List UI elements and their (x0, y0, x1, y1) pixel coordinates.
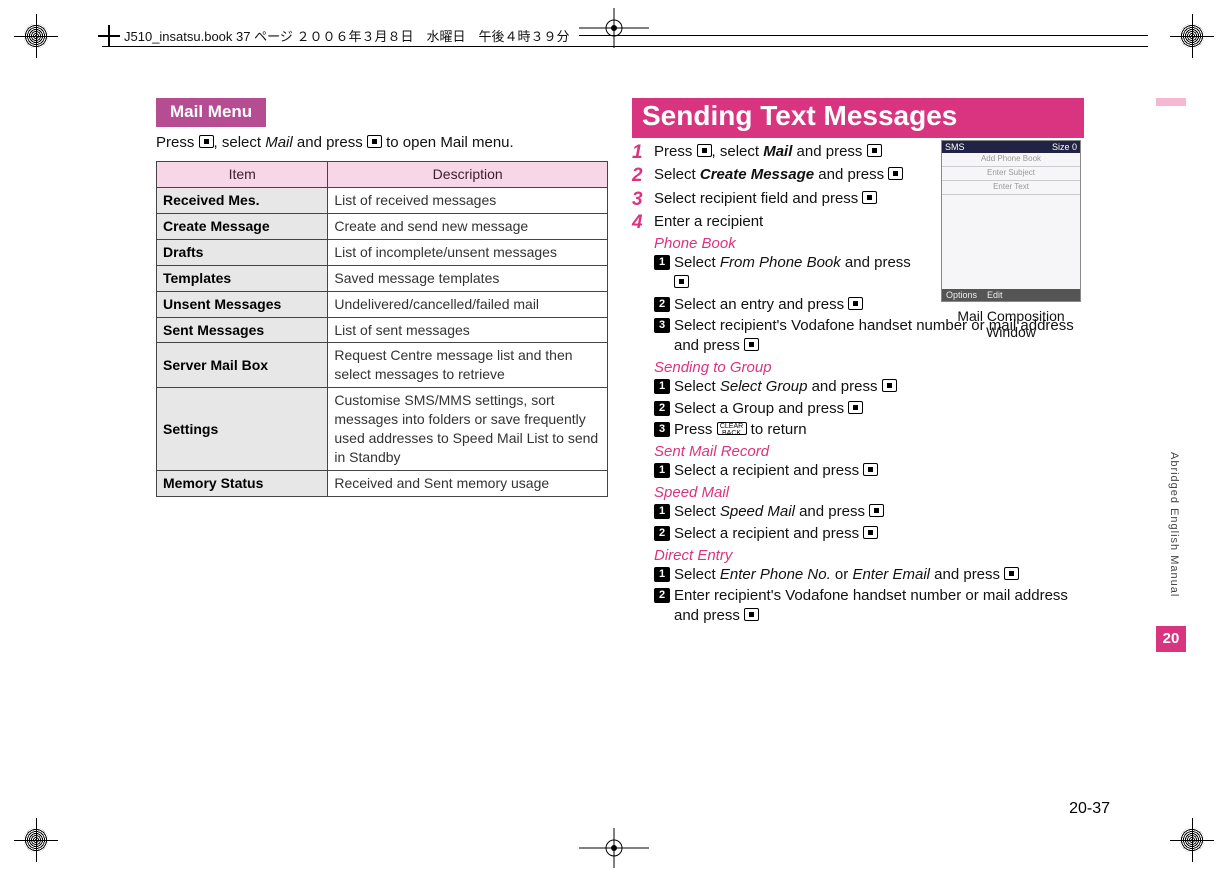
mail-menu-intro: Press , select Mail and press to open Ma… (156, 133, 608, 153)
center-key-icon (863, 526, 878, 539)
figure-mail-composition: SMS Size 0 Add Phone Book Enter Subject … (938, 140, 1084, 340)
mail-menu-table: Item Description Received Mes.List of re… (156, 161, 608, 496)
center-key-icon (848, 297, 863, 310)
substep: 1 Select Enter Phone No. or Enter Email … (654, 565, 1084, 585)
table-header-item: Item (157, 162, 328, 188)
reg-mark-bl (14, 818, 58, 862)
substep: 1 Select Speed Mail and press (654, 502, 1084, 522)
figure-softkey-edit: Edit (987, 290, 1003, 300)
substep: 3 Press CLEAR BACK to return (654, 420, 1084, 440)
step-3: 3 Select recipient field and press (632, 189, 928, 209)
sub-heading-group: Sending to Group (654, 359, 1084, 376)
header-bullseye-icon (102, 29, 116, 43)
figure-screen: SMS Size 0 Add Phone Book Enter Subject … (941, 140, 1081, 302)
center-key-icon (867, 144, 882, 157)
reg-mark-br (1170, 818, 1214, 862)
center-key-icon (869, 504, 884, 517)
side-label: Abridged English Manual (1160, 452, 1180, 597)
substep: 1 Select Select Group and press (654, 377, 1084, 397)
center-key-icon (674, 275, 689, 288)
side-accent-bar (1156, 98, 1186, 106)
table-row: Memory StatusReceived and Sent memory us… (157, 470, 608, 496)
figure-row: Enter Subject (942, 167, 1080, 181)
table-header-desc: Description (328, 162, 608, 188)
substep: 1 Select a recipient and press (654, 461, 1084, 481)
center-key-icon (697, 144, 712, 157)
table-row: Unsent MessagesUndelivered/cancelled/fai… (157, 291, 608, 317)
table-row: Server Mail BoxRequest Centre message li… (157, 343, 608, 388)
print-header: J510_insatsu.book 37 ページ ２００６年３月８日 水曜日 午… (102, 26, 1148, 45)
sub-heading-sent-record: Sent Mail Record (654, 443, 1084, 460)
substep: 2 Enter recipient's Vodafone handset num… (654, 586, 1084, 627)
center-key-icon (199, 135, 214, 148)
center-key-icon (863, 463, 878, 476)
center-key-icon (744, 608, 759, 621)
center-key-icon (367, 135, 382, 148)
right-column: Sending Text Messages 1 Press , select M… (632, 98, 1084, 628)
table-row: SettingsCustomise SMS/MMS settings, sort… (157, 388, 608, 471)
reg-mark-tr (1170, 14, 1214, 58)
step-1: 1 Press , select Mail and press (632, 142, 928, 162)
center-key-icon (862, 191, 877, 204)
print-header-rule (102, 46, 1148, 47)
mail-menu-tab: Mail Menu (156, 98, 266, 127)
sub-heading-speed-mail: Speed Mail (654, 484, 1084, 501)
figure-softkey-options: Options (946, 290, 977, 300)
page-number-label: 20-37 (1069, 800, 1110, 818)
side-chapter-num: 20 (1156, 626, 1186, 652)
center-key-icon (1004, 567, 1019, 580)
figure-row: Enter Text (942, 181, 1080, 195)
sending-messages-title: Sending Text Messages (632, 98, 1084, 138)
print-header-text: J510_insatsu.book 37 ページ ２００６年３月８日 水曜日 午… (124, 26, 569, 45)
table-row: DraftsList of incomplete/unsent messages (157, 239, 608, 265)
substep: 2 Select a recipient and press (654, 524, 1084, 544)
table-row: Sent MessagesList of sent messages (157, 317, 608, 343)
substep: 2 Select an entry and press (654, 295, 928, 315)
clear-key-icon: CLEAR BACK (717, 422, 747, 435)
step-2: 2 Select Create Message and press (632, 165, 928, 185)
center-key-icon (744, 338, 759, 351)
figure-caption: Mail Composition Window (938, 308, 1084, 340)
figure-topbar-right: Size 0 (1052, 142, 1077, 152)
table-row: TemplatesSaved message templates (157, 265, 608, 291)
center-key-icon (848, 401, 863, 414)
left-column: Mail Menu Press , select Mail and press … (156, 98, 608, 628)
substep: 2 Select a Group and press (654, 399, 1084, 419)
reg-mark-tl (14, 14, 58, 58)
step-4: 4 Enter a recipient (632, 212, 928, 232)
table-row: Create MessageCreate and send new messag… (157, 214, 608, 240)
center-key-icon (888, 167, 903, 180)
figure-row: Add Phone Book (942, 153, 1080, 167)
figure-topbar-left: SMS (945, 142, 965, 152)
sub-heading-direct-entry: Direct Entry (654, 547, 1084, 564)
table-row: Received Mes.List of received messages (157, 188, 608, 214)
sub-heading-phonebook: Phone Book (654, 235, 928, 252)
center-key-icon (882, 379, 897, 392)
substep: 1 Select From Phone Book and press (654, 253, 928, 294)
center-reg-mark-bottom (579, 828, 649, 868)
